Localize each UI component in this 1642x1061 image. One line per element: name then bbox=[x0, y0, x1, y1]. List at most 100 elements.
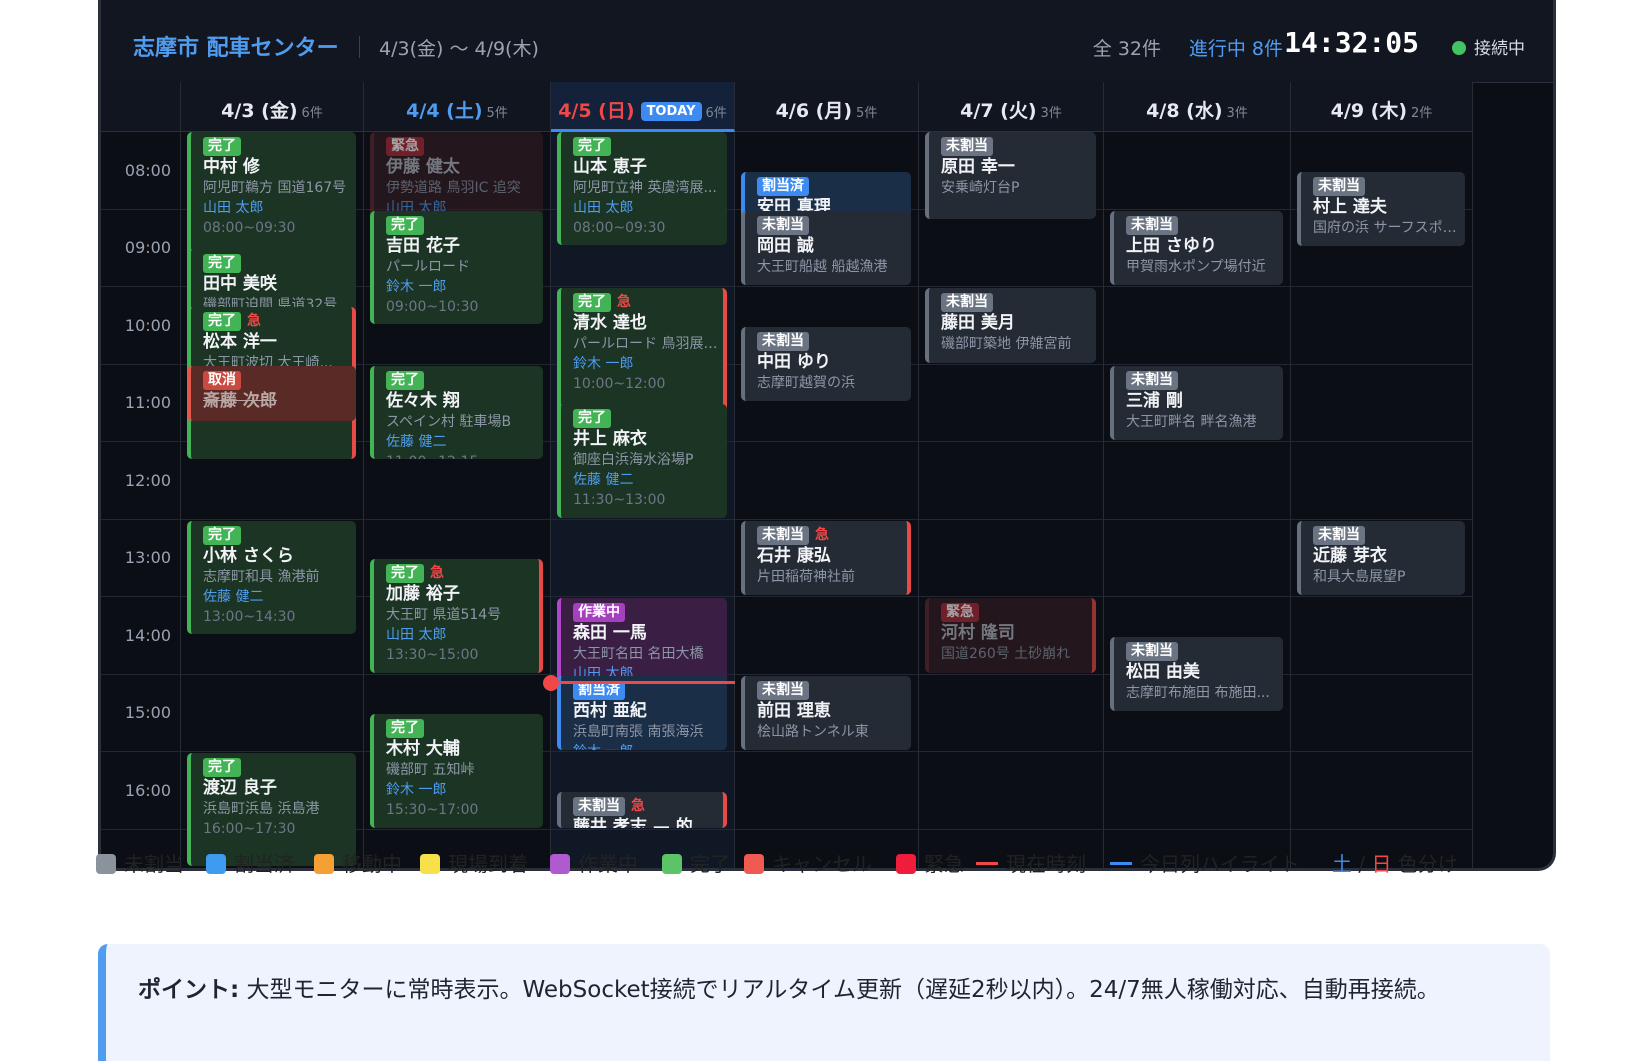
legend-label: 今日列ハイライト bbox=[1140, 852, 1300, 876]
in-progress-count: 進行中 8件 bbox=[1188, 38, 1283, 60]
caller-name: 松田 由美 bbox=[1126, 661, 1200, 682]
status-badge: 完了 bbox=[386, 564, 424, 584]
dispatch-card[interactable]: 未割当 中田 ゆり 志摩町越賀の浜 bbox=[741, 326, 911, 402]
driver-name: 鈴木 一郎 bbox=[573, 742, 727, 751]
hour-gridline bbox=[101, 441, 180, 443]
card-badge-row: 完了 bbox=[203, 756, 356, 777]
caller-name: 村上 達夫 bbox=[1313, 196, 1387, 217]
hour-gridline bbox=[735, 828, 918, 830]
legend-swatch bbox=[206, 854, 226, 874]
dispatch-card[interactable]: 未割当 松田 由美 志摩町布施田 布施田... bbox=[1110, 636, 1283, 712]
legend-label: キャンセル bbox=[772, 852, 872, 876]
card-badge-row: 未割当急 bbox=[757, 524, 907, 545]
hour-gridline bbox=[101, 596, 180, 598]
divider bbox=[359, 36, 360, 58]
driver-name: 佐藤 健二 bbox=[573, 472, 634, 489]
dispatch-card[interactable]: 未割当 近藤 芽衣 和具大島展望P bbox=[1297, 520, 1465, 595]
day-date: 4/9 (木) bbox=[1330, 100, 1408, 122]
hour-label: 12:00 bbox=[124, 470, 171, 490]
dispatch-card[interactable]: 完了 山本 恵子 阿児町立神 英虞湾展... 山田 太郎 08:00~09:30 bbox=[557, 132, 727, 246]
dispatch-card[interactable]: 未割当 上田 さゆり 甲賀雨水ポンプ場付近 bbox=[1110, 210, 1283, 285]
caller-name: 佐々木 翔 bbox=[386, 390, 460, 411]
dispatch-card[interactable]: 完了 吉田 花子 パールロード 鈴木 一郎 09:00~10:30 bbox=[370, 210, 543, 324]
day-header[interactable]: 4/5 (日) TODAY 6件 bbox=[551, 82, 735, 132]
dispatch-card[interactable]: 未割当 藤田 美月 磯部町築地 伊雑宮前 bbox=[925, 288, 1096, 363]
day-count: 6件 bbox=[301, 106, 323, 121]
status-badge: 完了 bbox=[573, 409, 611, 429]
day-header[interactable]: 4/7 (火) 3件 bbox=[919, 82, 1104, 132]
dispatch-card[interactable]: 完了佐々木 翔スペイン村 駐車場B 佐藤 健二 11:00~12:15 bbox=[370, 365, 543, 460]
hour-gridline bbox=[181, 518, 363, 520]
dispatch-card[interactable]: 緊急 河村 隆司 国道260号 土砂崩れ bbox=[925, 598, 1096, 673]
caller-name: 原田 幸一 bbox=[941, 157, 1015, 177]
day-label: 4/9 (木) 2件 bbox=[1291, 96, 1472, 123]
day-label: 4/6 (月) 5件 bbox=[735, 96, 918, 123]
dispatch-card[interactable]: 未割当 村上 達夫 国府の浜 サーフスポット bbox=[1297, 171, 1465, 247]
hour-gridline bbox=[551, 518, 734, 520]
card-badge-row: 完了 bbox=[573, 407, 727, 429]
day-header[interactable]: 4/8 (水) 3件 bbox=[1104, 82, 1291, 132]
caller-name: 加藤 裕子 bbox=[386, 584, 460, 605]
status-badge: 未割当 bbox=[941, 293, 993, 312]
card-badge-row: 未割当 bbox=[1126, 369, 1283, 390]
day-label: 4/7 (火) 3件 bbox=[919, 96, 1103, 123]
live-clock: 14:32:05 bbox=[1284, 26, 1419, 59]
legend-item-weekend: 土 / 日 色分け bbox=[1332, 848, 1458, 877]
hour-gridline bbox=[735, 441, 918, 443]
urgent-mark: 急 bbox=[247, 313, 261, 330]
status-badge: 未割当 bbox=[757, 331, 809, 351]
dispatch-card[interactable]: 未割当 原田 幸一 安乗崎灯台P bbox=[925, 132, 1096, 220]
legend-sun: 日 bbox=[1371, 852, 1392, 876]
day-label: 4/3 (金) 6件 bbox=[181, 96, 363, 123]
status-badge: 完了 bbox=[386, 215, 424, 235]
hour-gridline bbox=[1291, 518, 1472, 520]
urgent-mark: 急 bbox=[631, 797, 645, 814]
legend-item: 緊急 bbox=[896, 848, 964, 877]
location: パールロード 鳥羽展望... bbox=[573, 336, 723, 352]
hour-gridline bbox=[1104, 828, 1290, 830]
dispatch-card[interactable]: 割当済西村 亜紀浜島町南張 南張海浜鈴木 一郎 bbox=[557, 675, 727, 751]
dispatch-card[interactable]: 未割当急石井 康弘 片田稲荷神社前 bbox=[741, 520, 911, 595]
hour-gridline bbox=[101, 208, 180, 210]
note-text: 大型モニターに常時表示。WebSocket接続でリアルタイム更新（遅延2秒以内）… bbox=[239, 977, 1440, 1003]
driver-name: 山田 太郎 bbox=[203, 200, 264, 216]
hour-gridline bbox=[1291, 286, 1472, 288]
day-date: 4/7 (火) bbox=[960, 100, 1037, 122]
legend-label: 現在時刻 bbox=[1006, 852, 1086, 876]
time-window: 15:30~17:00 bbox=[386, 802, 479, 819]
location: パールロード bbox=[386, 258, 470, 275]
driver-name: 山田 太郎 bbox=[573, 200, 634, 216]
dispatch-card[interactable]: 完了 井上 麻衣 御座白浜海水浴場P 佐藤 健二 11:30~13:00 bbox=[557, 404, 727, 518]
location: 大王町名田 名田大橋 bbox=[573, 646, 704, 662]
dispatch-card[interactable]: 未割当急藤井 孝志 — 的 bbox=[557, 791, 727, 828]
day-header[interactable]: 4/6 (月) 5件 bbox=[735, 82, 919, 132]
dispatch-card[interactable]: 完了 木村 大輔 磯部町 五知峠 鈴木 一郎 15:30~17:00 bbox=[370, 714, 543, 828]
day-header[interactable]: 4/9 (木) 2件 bbox=[1291, 82, 1473, 132]
legend-swatch bbox=[896, 854, 916, 874]
card-badge-row: 完了 bbox=[386, 214, 543, 235]
legend-slash: / bbox=[1352, 852, 1372, 876]
card-badge-row: 未割当 bbox=[1313, 175, 1465, 196]
day-count: 6件 bbox=[705, 106, 727, 121]
hour-label: 09:00 bbox=[124, 238, 171, 258]
day-header[interactable]: 4/3 (金) 6件 bbox=[181, 82, 364, 132]
hour-gridline bbox=[1104, 441, 1290, 443]
dispatch-card[interactable]: 完了急加藤 裕子 大王町 県道514号 山田 太郎 13:30~15:00 bbox=[370, 559, 543, 673]
dispatch-card[interactable]: 未割当 三浦 剛大王町畔名 畔名漁港 bbox=[1110, 365, 1283, 440]
page-title: 志摩市 配車センター bbox=[133, 36, 339, 61]
day-header[interactable]: 4/4 (土) 5件 bbox=[364, 82, 551, 132]
dispatch-card[interactable]: 取消 斎藤 次郎 bbox=[187, 365, 356, 421]
status-badge: 取消 bbox=[203, 370, 241, 390]
caller-name: 中村 修 bbox=[203, 157, 260, 177]
time-window: 11:00~12:15 bbox=[386, 452, 543, 460]
dispatch-card[interactable]: 未割当 岡田 誠大王町船越 船越漁港 bbox=[741, 210, 911, 285]
hour-gridline bbox=[101, 518, 180, 520]
dispatch-card[interactable]: 完了 小林 さくら 志摩町和具 漁港前 佐藤 健二 13:00~14:30 bbox=[187, 520, 356, 634]
location: 浜島町浜島 浜島港 bbox=[203, 801, 320, 817]
day-column bbox=[919, 132, 1104, 868]
legend-label: 移動中 bbox=[342, 852, 402, 876]
connection-status: 接続中 bbox=[1452, 34, 1525, 59]
status-badge: 完了 bbox=[386, 719, 424, 739]
dispatch-card[interactable]: 未割当 前田 理恵 桧山路トンネル東 bbox=[741, 675, 911, 750]
location: 志摩町越賀の浜 bbox=[757, 374, 855, 391]
